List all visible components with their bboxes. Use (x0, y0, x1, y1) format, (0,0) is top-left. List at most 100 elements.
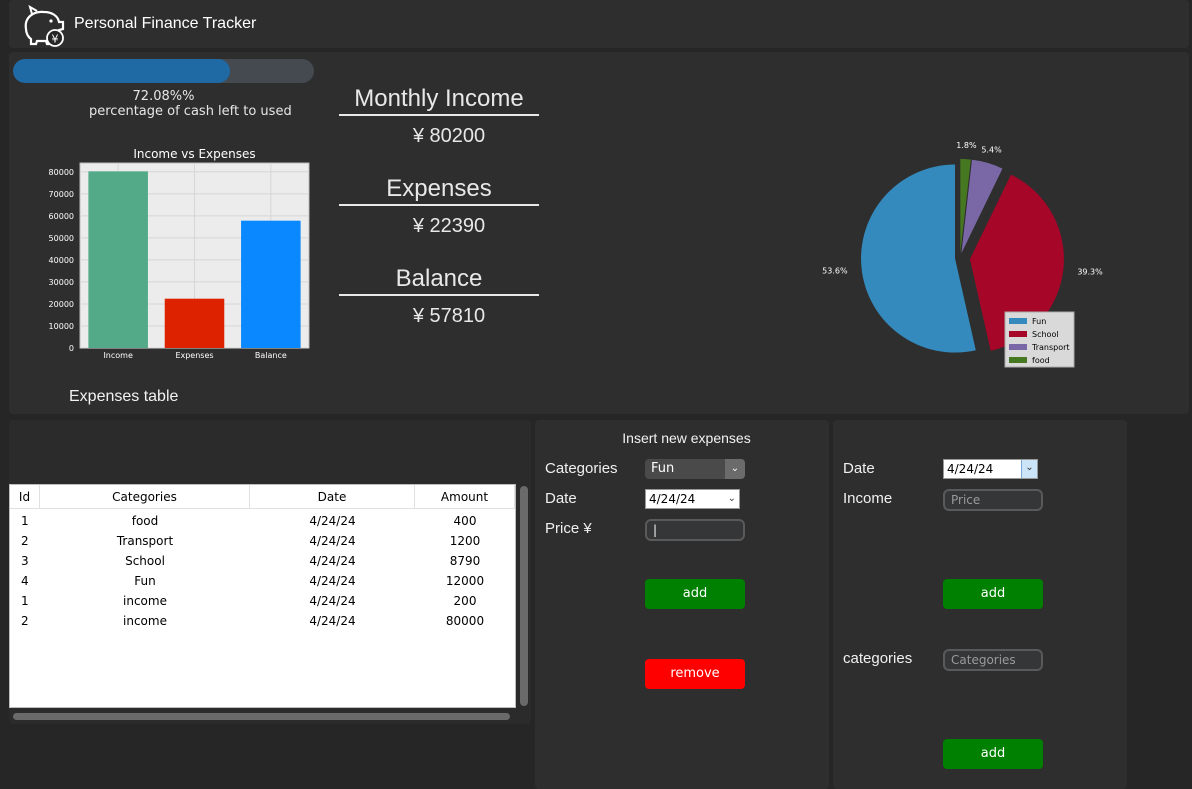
bar-chart-ytick-label: 10000 (49, 322, 74, 331)
price-input[interactable]: | (645, 519, 745, 541)
categories-label: Categories (545, 460, 618, 477)
bar-chart-ytick-label: 70000 (49, 190, 74, 199)
legend-label: food (1032, 356, 1050, 365)
table-row[interactable]: 2 Transport 4/24/24 1200 (10, 531, 515, 551)
column-header-amount[interactable]: Amount (415, 485, 515, 508)
table-row[interactable]: 1 food 4/24/24 400 (10, 511, 515, 531)
chevron-down-icon[interactable]: ⌄ (728, 490, 736, 508)
bar-chart-xtick-label: Balance (255, 351, 287, 360)
income-date-value: 4/24/24 (947, 462, 994, 476)
column-header-categories[interactable]: Categories (40, 485, 250, 508)
cell-date: 4/24/24 (309, 594, 356, 608)
pie-slice-label: 53.6% (822, 267, 848, 276)
cell-id: 4 (21, 574, 29, 588)
add-category-button[interactable]: add (943, 739, 1043, 769)
legend-swatch (1009, 331, 1027, 337)
bar-chart-ytick-label: 50000 (49, 234, 74, 243)
expenses-pie-chart: 53.6% 39.3% 5.4% 1.8% Fun School Transport food (822, 141, 1103, 368)
cash-progress-bar (13, 59, 314, 83)
cell-category: income (123, 594, 167, 608)
pie-slice-fun (861, 164, 976, 353)
legend-swatch (1009, 357, 1027, 363)
chevron-down-icon[interactable]: ⌄ (1021, 460, 1037, 478)
legend-label: Fun (1032, 317, 1046, 326)
progress-description: percentage of cash left to used (89, 104, 292, 119)
svg-text:¥: ¥ (52, 33, 59, 46)
legend-swatch (1009, 344, 1027, 350)
date-label: Date (545, 490, 577, 507)
income-price-input[interactable]: Price (943, 489, 1043, 511)
cell-id: 3 (21, 554, 29, 568)
insert-expenses-title: Insert new expenses (622, 430, 751, 446)
bar-chart-ytick-label: 80000 (49, 168, 74, 177)
cell-id: 1 (21, 594, 29, 608)
monthly-income-title: Monthly Income (354, 85, 524, 112)
cell-id: 1 (21, 514, 29, 528)
cell-category: income (123, 614, 167, 628)
expenses-divider (339, 204, 539, 206)
bar-chart-ytick-label: 60000 (49, 212, 74, 221)
cell-date: 4/24/24 (309, 614, 356, 628)
cell-amount: 400 (453, 514, 477, 528)
cell-amount: 12000 (445, 574, 485, 588)
bar-income (88, 171, 148, 348)
bar-balance (241, 220, 301, 348)
expenses-title: Expenses (386, 175, 492, 202)
piggy-bank-yen-icon: ¥ (24, 4, 65, 47)
cash-progress-fill (13, 59, 230, 83)
balance-value: ¥ 57810 (412, 305, 486, 327)
expense-date-picker[interactable]: 4/24/24 ⌄ (645, 489, 740, 509)
column-header-date[interactable]: Date (250, 485, 415, 508)
pie-slice-label: 1.8% (956, 141, 977, 150)
new-category-input[interactable]: Categories (943, 649, 1043, 671)
income-label: Income (843, 490, 893, 507)
table-row[interactable]: 1 income 4/24/24 200 (10, 591, 515, 611)
expense-date-value: 4/24/24 (649, 492, 696, 506)
monthly-income-value: ¥ 80200 (412, 125, 486, 147)
table-header: Id Categories Date Amount (10, 485, 515, 509)
table-vertical-scrollbar[interactable] (520, 486, 528, 706)
legend-label: School (1032, 330, 1059, 339)
category-select-value: Fun (651, 461, 675, 476)
bar-chart-xtick-label: Expenses (175, 351, 213, 360)
income-date-picker[interactable]: 4/24/24 ⌄ (943, 459, 1038, 479)
add-income-button[interactable]: add (943, 579, 1043, 609)
cell-amount: 80000 (445, 614, 485, 628)
balance-divider (339, 294, 539, 296)
cell-category: School (125, 554, 165, 568)
pie-slice-label: 39.3% (1077, 267, 1103, 276)
income-date-label: Date (843, 460, 875, 477)
income-expenses-bar-chart: Income vs Expenses 0 10000 20000 30000 40000 5… (49, 147, 310, 360)
cell-amount: 8790 (449, 554, 481, 568)
balance-title: Balance (395, 265, 483, 292)
table-row[interactable]: 3 School 4/24/24 8790 (10, 551, 515, 571)
cell-id: 2 (21, 614, 29, 628)
bar-chart-ytick-label: 30000 (49, 278, 74, 287)
price-label: Price ¥ (545, 520, 592, 537)
legend-label: Transport (1031, 343, 1070, 352)
bar-chart-ytick-label: 20000 (49, 300, 74, 309)
app-title: Personal Finance Tracker (74, 15, 257, 32)
remove-expense-button[interactable]: remove (645, 659, 745, 689)
table-horizontal-scrollbar[interactable] (13, 713, 510, 720)
add-expense-button[interactable]: add (645, 579, 745, 609)
chevron-down-icon[interactable]: ⌄ (725, 459, 745, 479)
table-row[interactable]: 4 Fun 4/24/24 12000 (10, 571, 515, 591)
cell-category: Transport (116, 534, 174, 548)
cell-date: 4/24/24 (309, 554, 356, 568)
category-select[interactable]: Fun ⌄ (645, 459, 745, 479)
progress-percent: 72.08%% (132, 89, 195, 104)
expenses-table-title: Expenses table (69, 388, 179, 405)
income-divider (339, 114, 539, 116)
bar-chart-ytick-label: 40000 (49, 256, 74, 265)
expenses-value: ¥ 22390 (412, 215, 486, 237)
cell-amount: 1200 (449, 534, 481, 548)
bar-expenses (164, 298, 225, 348)
legend-swatch (1009, 318, 1027, 324)
cell-category: food (131, 514, 159, 528)
expenses-table[interactable]: Id Categories Date Amount 1 food 4/24/24… (9, 484, 516, 708)
column-header-id[interactable]: Id (10, 485, 40, 508)
table-row[interactable]: 2 income 4/24/24 80000 (10, 611, 515, 631)
bar-chart-title: Income vs Expenses (133, 147, 255, 161)
cell-id: 2 (21, 534, 29, 548)
